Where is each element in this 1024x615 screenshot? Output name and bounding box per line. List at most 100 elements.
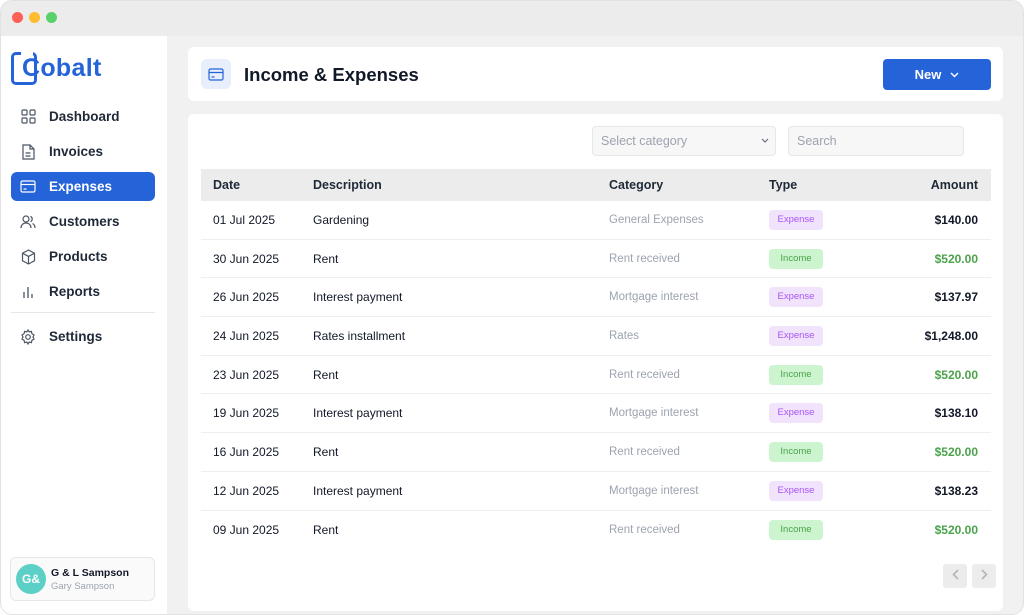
avatar: G& — [16, 564, 46, 594]
bar-chart-icon — [20, 284, 36, 300]
cell-category: General Expenses — [609, 213, 704, 226]
cell-category: Rent received — [609, 523, 680, 536]
cell-description: Rent — [313, 522, 339, 537]
maximize-window-button[interactable] — [46, 12, 57, 23]
sidebar-item-invoices[interactable]: Invoices — [11, 137, 155, 166]
sidebar: Cobalt Dashboard Invoices Expenses Custo… — [1, 36, 167, 614]
sidebar-item-reports[interactable]: Reports — [11, 277, 155, 306]
user-subtitle: Gary Sampson — [51, 580, 115, 592]
transactions-table: Date Description Category Type Amount 01… — [201, 169, 991, 549]
transactions-panel: Select category Search Date Description … — [188, 114, 1003, 611]
type-badge: Income — [769, 519, 823, 540]
type-badge: Expense — [769, 480, 823, 501]
cell-category: Mortgage interest — [609, 291, 699, 304]
column-header-date[interactable]: Date — [201, 178, 313, 192]
sidebar-item-dashboard[interactable]: Dashboard — [11, 102, 155, 131]
minimize-window-button[interactable] — [29, 12, 40, 23]
cell-amount: $137.97 — [934, 290, 978, 305]
type-badge: Income — [769, 364, 823, 385]
table-row[interactable]: 09 Jun 2025 Rent Rent received Income $5… — [201, 511, 991, 550]
cell-description: Rent — [313, 367, 339, 382]
grid-icon — [20, 109, 36, 125]
cell-description: Gardening — [313, 212, 370, 227]
type-badge: Expense — [769, 325, 823, 346]
type-badge: Income — [769, 441, 823, 462]
next-page-button[interactable] — [972, 564, 996, 588]
page-title: Income & Expenses — [244, 64, 419, 85]
column-header-type[interactable]: Type — [769, 178, 879, 192]
search-placeholder: Search — [797, 134, 837, 148]
type-badge: Expense — [769, 287, 823, 308]
sidebar-item-label: Settings — [49, 329, 103, 344]
users-icon — [20, 214, 36, 230]
column-header-category[interactable]: Category — [609, 178, 769, 192]
page-header: Income & Expenses New — [188, 47, 1003, 101]
type-badge: Expense — [769, 209, 823, 230]
chevron-down-icon — [950, 72, 959, 78]
cell-date: 24 Jun 2025 — [213, 328, 280, 343]
cell-amount: $1,248.00 — [924, 328, 978, 343]
sidebar-item-label: Expenses — [49, 179, 113, 194]
sidebar-item-settings[interactable]: Settings — [11, 322, 155, 351]
title-bar — [1, 1, 1023, 36]
cell-amount: $138.10 — [934, 406, 978, 421]
cell-date: 01 Jul 2025 — [213, 212, 276, 227]
table-row[interactable]: 23 Jun 2025 Rent Rent received Income $5… — [201, 356, 991, 395]
table-row[interactable]: 19 Jun 2025 Interest payment Mortgage in… — [201, 394, 991, 434]
table-row[interactable]: 12 Jun 2025 Interest payment Mortgage in… — [201, 472, 991, 511]
cell-date: 12 Jun 2025 — [213, 483, 280, 498]
table-row[interactable]: 01 Jul 2025 Gardening General Expenses E… — [201, 201, 991, 240]
column-header-amount[interactable]: Amount — [879, 178, 991, 192]
sidebar-nav: Dashboard Invoices Expenses Customers Pr… — [11, 102, 155, 357]
cell-date: 09 Jun 2025 — [213, 522, 280, 537]
new-button-label: New — [914, 67, 942, 82]
pagination — [938, 564, 996, 588]
type-badge: Income — [769, 248, 823, 269]
cell-category: Mortgage interest — [609, 407, 699, 420]
category-select-placeholder: Select category — [601, 134, 688, 148]
box-icon — [20, 248, 36, 265]
cell-amount: $520.00 — [934, 367, 978, 382]
chevron-right-icon — [980, 567, 988, 585]
table-row[interactable]: 30 Jun 2025 Rent Rent received Income $5… — [201, 240, 991, 279]
search-input[interactable]: Search — [788, 126, 964, 156]
chevron-left-icon — [951, 567, 959, 585]
cell-description: Interest payment — [313, 406, 403, 421]
sidebar-divider — [11, 312, 155, 313]
chevron-down-icon — [761, 138, 769, 143]
category-select[interactable]: Select category — [592, 126, 776, 156]
previous-page-button[interactable] — [943, 564, 967, 588]
user-profile-card[interactable]: G& G & L Sampson Gary Sampson — [10, 557, 155, 601]
cell-description: Interest payment — [313, 290, 403, 305]
column-header-description[interactable]: Description — [313, 178, 609, 192]
table-row[interactable]: 24 Jun 2025 Rates installment Rates Expe… — [201, 317, 991, 356]
cell-amount: $520.00 — [934, 444, 978, 459]
close-window-button[interactable] — [12, 12, 23, 23]
type-badge: Expense — [769, 403, 823, 424]
cell-category: Mortgage interest — [609, 484, 699, 497]
table-header: Date Description Category Type Amount — [201, 169, 991, 201]
document-icon — [20, 143, 36, 160]
logo-mark-icon — [11, 51, 37, 85]
sidebar-item-customers[interactable]: Customers — [11, 207, 155, 236]
sidebar-item-label: Products — [49, 249, 108, 264]
app-window: Cobalt Dashboard Invoices Expenses Custo… — [0, 0, 1024, 615]
gear-icon — [20, 328, 36, 345]
table-row[interactable]: 26 Jun 2025 Interest payment Mortgage in… — [201, 278, 991, 318]
card-icon — [201, 59, 231, 89]
cell-date: 23 Jun 2025 — [213, 367, 280, 382]
cell-category: Rates — [609, 329, 640, 342]
cell-category: Rent received — [609, 252, 680, 265]
cell-date: 16 Jun 2025 — [213, 444, 280, 459]
table-row[interactable]: 16 Jun 2025 Rent Rent received Income $5… — [201, 433, 991, 472]
cell-date: 26 Jun 2025 — [213, 290, 280, 305]
cell-amount: $140.00 — [934, 212, 978, 227]
sidebar-item-expenses[interactable]: Expenses — [11, 172, 155, 201]
cell-category: Rent received — [609, 368, 680, 381]
cell-description: Rent — [313, 251, 339, 266]
sidebar-item-products[interactable]: Products — [11, 242, 155, 271]
new-button[interactable]: New — [883, 59, 991, 90]
cell-category: Rent received — [609, 445, 680, 458]
card-icon — [20, 179, 36, 195]
brand-logo[interactable]: Cobalt — [11, 50, 102, 86]
